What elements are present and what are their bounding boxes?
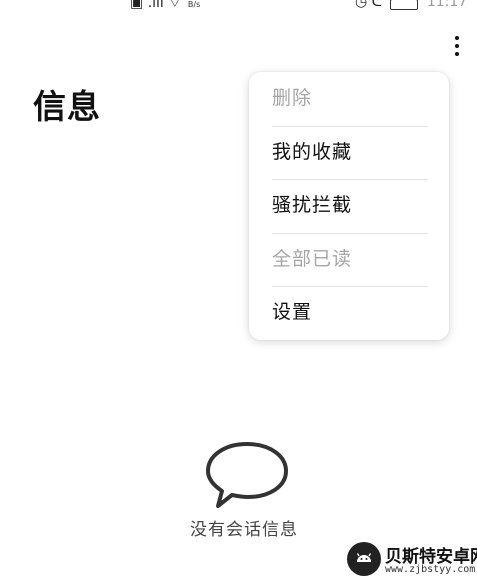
notification-icon: ᑕ [371, 0, 382, 10]
page-title: 信息 [33, 87, 101, 126]
more-vertical-icon-dot [455, 52, 459, 56]
battery-icon [390, 0, 419, 10]
menu-item-mark-all-read: 全部已读 [249, 232, 449, 287]
empty-state-text: 没有会话信息 [190, 520, 298, 540]
menu-item-delete: 删除 [272, 87, 313, 109]
status-bar: ▣ .ıll ⌔ B/s ◷ ᑕ 11:17 [0, 0, 477, 10]
network-speed: B/s [187, 0, 201, 9]
status-left-icons: ▣ .ıll ⌔ B/s [130, 0, 200, 10]
status-right-icons: ◷ ᑕ 11:17 [355, 0, 467, 10]
status-time: 11:17 [426, 0, 468, 10]
alarm-icon: ◷ [355, 0, 368, 10]
menu-item-favorites[interactable]: 我的收藏 [249, 125, 449, 180]
watermark: 贝斯特安卓网 www.zjbstyy.com [347, 540, 477, 580]
chat-bubble-icon [206, 442, 288, 508]
options-menu: 删除 我的收藏 骚扰拦截 全部已读 设置 [249, 72, 449, 340]
sim-icon: ▣ [130, 0, 144, 10]
menu-item-spam-block[interactable]: 骚扰拦截 [249, 179, 449, 233]
menu-item-settings[interactable]: 设置 [249, 286, 449, 340]
watermark-url: www.zjbstyy.com [385, 564, 476, 575]
wifi-icon: ⌔ [168, 0, 182, 10]
signal-icon: .ıll [147, 0, 164, 10]
watermark-logo-icon [347, 542, 381, 576]
empty-state: 没有会话信息 [0, 440, 477, 540]
more-options-button[interactable] [445, 30, 469, 62]
android-head-icon [356, 553, 372, 562]
more-vertical-icon [455, 36, 459, 40]
more-vertical-icon-dot [455, 44, 459, 48]
